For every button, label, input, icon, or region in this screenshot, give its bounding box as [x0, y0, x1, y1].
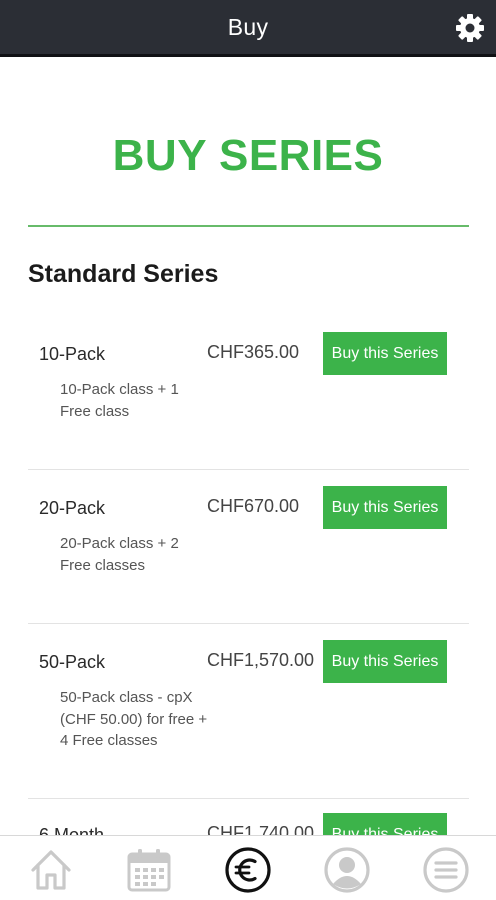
buy-series-button[interactable]: Buy this Series	[323, 486, 447, 529]
buy-series-button[interactable]: Buy this Series	[323, 813, 447, 835]
series-price: CHF670.00	[207, 496, 300, 516]
page-header-title: Buy	[227, 13, 269, 40]
series-price: CHF365.00	[207, 342, 300, 362]
euro-icon[interactable]	[224, 846, 272, 894]
section-heading: Standard Series	[28, 260, 219, 288]
series-description: 10-Pack class + 1 Free class	[60, 381, 179, 420]
content-area[interactable]: BUY SERIES Standard Series 10-Pack CHF36…	[0, 57, 496, 835]
series-price: CHF1,570.00	[207, 650, 315, 670]
bottom-navigation	[0, 835, 496, 900]
series-name: 10-Pack	[39, 344, 106, 364]
menu-icon[interactable]	[422, 846, 470, 894]
profile-icon[interactable]	[323, 846, 371, 894]
series-name: 20-Pack	[39, 498, 106, 518]
title-divider	[28, 225, 469, 227]
series-description: 20-Pack class + 2 Free classes	[60, 535, 179, 574]
series-price: CHF1,740.00	[207, 823, 315, 835]
buy-series-button[interactable]: Buy this Series	[323, 640, 447, 683]
buy-series-button[interactable]: Buy this Series	[323, 332, 447, 375]
series-divider	[28, 798, 469, 799]
series-name: 6 Month	[39, 825, 105, 835]
series-description: 50-Pack class - cpX (CHF 50.00) for free…	[60, 689, 208, 749]
series-divider	[28, 469, 469, 470]
page-title: BUY SERIES	[112, 131, 384, 180]
series-name: 50-Pack	[39, 652, 106, 672]
top-bar: Buy	[0, 0, 496, 57]
home-icon[interactable]	[27, 846, 75, 894]
gear-icon[interactable]	[454, 12, 486, 44]
calendar-icon[interactable]	[125, 846, 173, 894]
series-divider	[28, 623, 469, 624]
